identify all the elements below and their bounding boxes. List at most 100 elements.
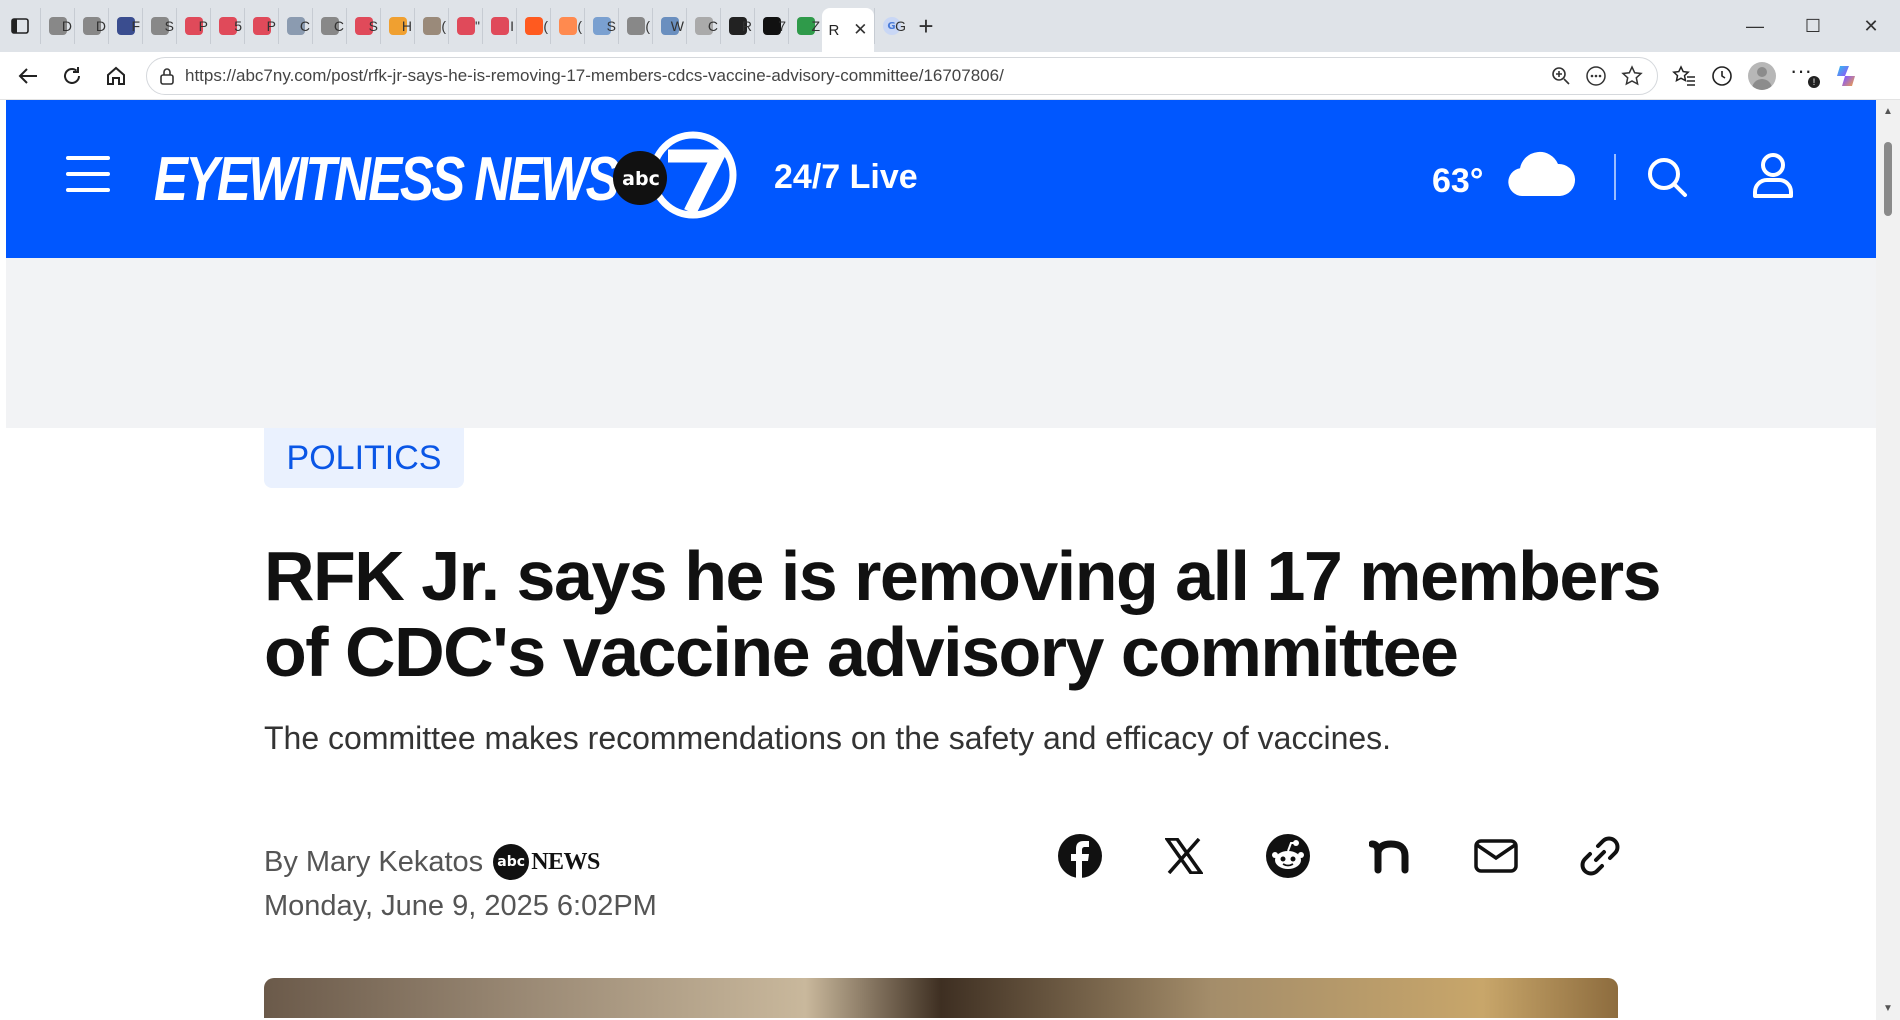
home-icon	[107, 66, 125, 85]
browser-tab[interactable]: 5	[210, 8, 244, 44]
browser-tab[interactable]: P	[244, 8, 278, 44]
browser-tab[interactable]: "	[448, 8, 482, 44]
browser-tab[interactable]: H	[380, 8, 414, 44]
tab-label: D	[61, 18, 72, 34]
page-scrollbar[interactable]: ▲ ▼	[1876, 100, 1900, 1020]
browser-tab[interactable]: S	[346, 8, 380, 44]
article-dateline: Monday, June 9, 2025 6:02PM	[264, 890, 657, 922]
favorites-icon[interactable]	[1672, 64, 1696, 87]
abc-badge-text: abc	[622, 168, 660, 190]
profile-avatar[interactable]	[1748, 61, 1776, 90]
url-text[interactable]: https://abc7ny.com/post/rfk-jr-says-he-i…	[185, 66, 1551, 86]
browser-tab[interactable]: C	[278, 8, 312, 44]
browser-tab[interactable]: P	[176, 8, 210, 44]
article-hero-image[interactable]	[264, 978, 1618, 1018]
tab-label: D	[95, 18, 106, 34]
tab-label: W	[670, 18, 684, 34]
browser-tab[interactable]: D	[40, 8, 74, 44]
browser-tab[interactable]: S	[584, 8, 618, 44]
copy-link-button[interactable]	[1576, 832, 1624, 880]
tab-actions-button[interactable]	[0, 0, 40, 52]
search-button[interactable]	[1646, 156, 1688, 203]
close-tab-icon[interactable]: ✕	[853, 20, 867, 40]
browser-tab[interactable]: W	[652, 8, 686, 44]
abc7-logo[interactable]: abc 7	[610, 130, 738, 226]
history-icon[interactable]	[1710, 64, 1734, 88]
notification-badge-icon: !	[1808, 75, 1820, 88]
site-header: EYEWITNESS NEWS abc 7 24/7 Live 63°	[6, 100, 1876, 258]
facebook-icon	[1058, 834, 1102, 879]
browser-tab[interactable]: (	[618, 8, 652, 44]
lock-icon[interactable]	[159, 67, 175, 85]
settings-more-button[interactable]: ··· !	[1790, 59, 1820, 88]
reload-button[interactable]	[50, 56, 94, 96]
tab-label: S	[606, 18, 616, 34]
cloud-icon[interactable]	[1506, 150, 1576, 203]
zoom-icon[interactable]	[1551, 66, 1571, 86]
category-tag[interactable]: POLITICS	[264, 428, 464, 488]
search-icon	[1648, 158, 1687, 197]
scroll-down-arrow-icon[interactable]: ▼	[1882, 1003, 1894, 1014]
browser-tab[interactable]: R	[720, 8, 754, 44]
browser-tab[interactable]: Z	[788, 8, 822, 44]
tab-label: (	[577, 18, 582, 34]
back-button[interactable]	[6, 56, 50, 96]
image-icon	[422, 17, 441, 35]
omnibox[interactable]: https://abc7ny.com/post/rfk-jr-says-he-i…	[146, 56, 1658, 95]
weather-temperature[interactable]: 63°	[1432, 162, 1483, 201]
browser-tab[interactable]: (	[550, 8, 584, 44]
menu-button[interactable]	[66, 156, 110, 192]
new-tab-button[interactable]: +	[908, 8, 944, 44]
site-logo-text[interactable]: EYEWITNESS NEWS	[154, 144, 620, 215]
active-tab[interactable]: R ✕	[822, 8, 874, 52]
ad-placeholder	[6, 258, 1876, 428]
share-facebook-button[interactable]	[1056, 832, 1104, 880]
browser-tab[interactable]: 7	[754, 8, 788, 44]
browser-tab[interactable]: F	[108, 8, 142, 44]
maximize-button[interactable]: ☐	[1784, 0, 1842, 52]
tab-label: C	[707, 18, 718, 34]
browser-tab[interactable]: D	[74, 8, 108, 44]
tab-label: "	[475, 18, 480, 34]
scrollbar-thumb[interactable]	[1884, 142, 1892, 216]
back-arrow-icon	[18, 67, 37, 84]
browser-tab[interactable]: S	[142, 8, 176, 44]
tab-label: S	[368, 18, 378, 34]
browser-tab[interactable]: (	[414, 8, 448, 44]
link-icon	[1580, 836, 1620, 876]
window-controls: — ☐ ✕	[1726, 0, 1900, 52]
share-reddit-button[interactable]	[1264, 832, 1312, 880]
tab-label: Z	[811, 18, 820, 34]
user-icon	[1753, 153, 1793, 198]
bookmark-icon	[524, 17, 543, 35]
favorite-star-icon[interactable]	[1621, 64, 1643, 87]
browser-tab[interactable]: C	[686, 8, 720, 44]
youtube-icon	[456, 17, 475, 35]
copilot-icon[interactable]	[1834, 63, 1860, 89]
share-email-button[interactable]	[1472, 832, 1520, 880]
hamburger-line	[66, 188, 110, 192]
tab-label: 7	[778, 18, 786, 34]
tab-google[interactable]: G G	[874, 8, 908, 44]
browser-window: DDFSP5PCCSH("I((S(WCR7Z7KHYd R ✕ G G + —…	[0, 0, 1900, 1020]
tab-label: S	[164, 18, 174, 34]
share-nextdoor-button[interactable]	[1368, 832, 1416, 880]
browser-tab[interactable]: (	[516, 8, 550, 44]
tab-label: I	[510, 18, 514, 34]
tab-list: DDFSP5PCCSH("I((S(WCR7Z7KHYd	[40, 0, 822, 52]
byline-author[interactable]: By Mary Kekatos	[264, 846, 483, 879]
home-button[interactable]	[94, 56, 138, 96]
live-stream-link[interactable]: 24/7 Live	[774, 158, 918, 197]
account-button[interactable]	[1752, 152, 1794, 203]
article-dek: The committee makes recommendations on t…	[264, 720, 1392, 756]
news-wordmark: NEWS	[531, 848, 600, 875]
share-bar	[1056, 832, 1624, 880]
browser-tab[interactable]: I	[482, 8, 516, 44]
close-window-button[interactable]: ✕	[1842, 0, 1900, 52]
scroll-up-arrow-icon[interactable]: ▲	[1882, 106, 1894, 117]
share-x-button[interactable]	[1160, 832, 1208, 880]
more-page-actions-icon[interactable]	[1585, 65, 1607, 87]
minimize-button[interactable]: —	[1726, 0, 1784, 52]
tab-label: R	[741, 18, 752, 34]
browser-tab[interactable]: C	[312, 8, 346, 44]
